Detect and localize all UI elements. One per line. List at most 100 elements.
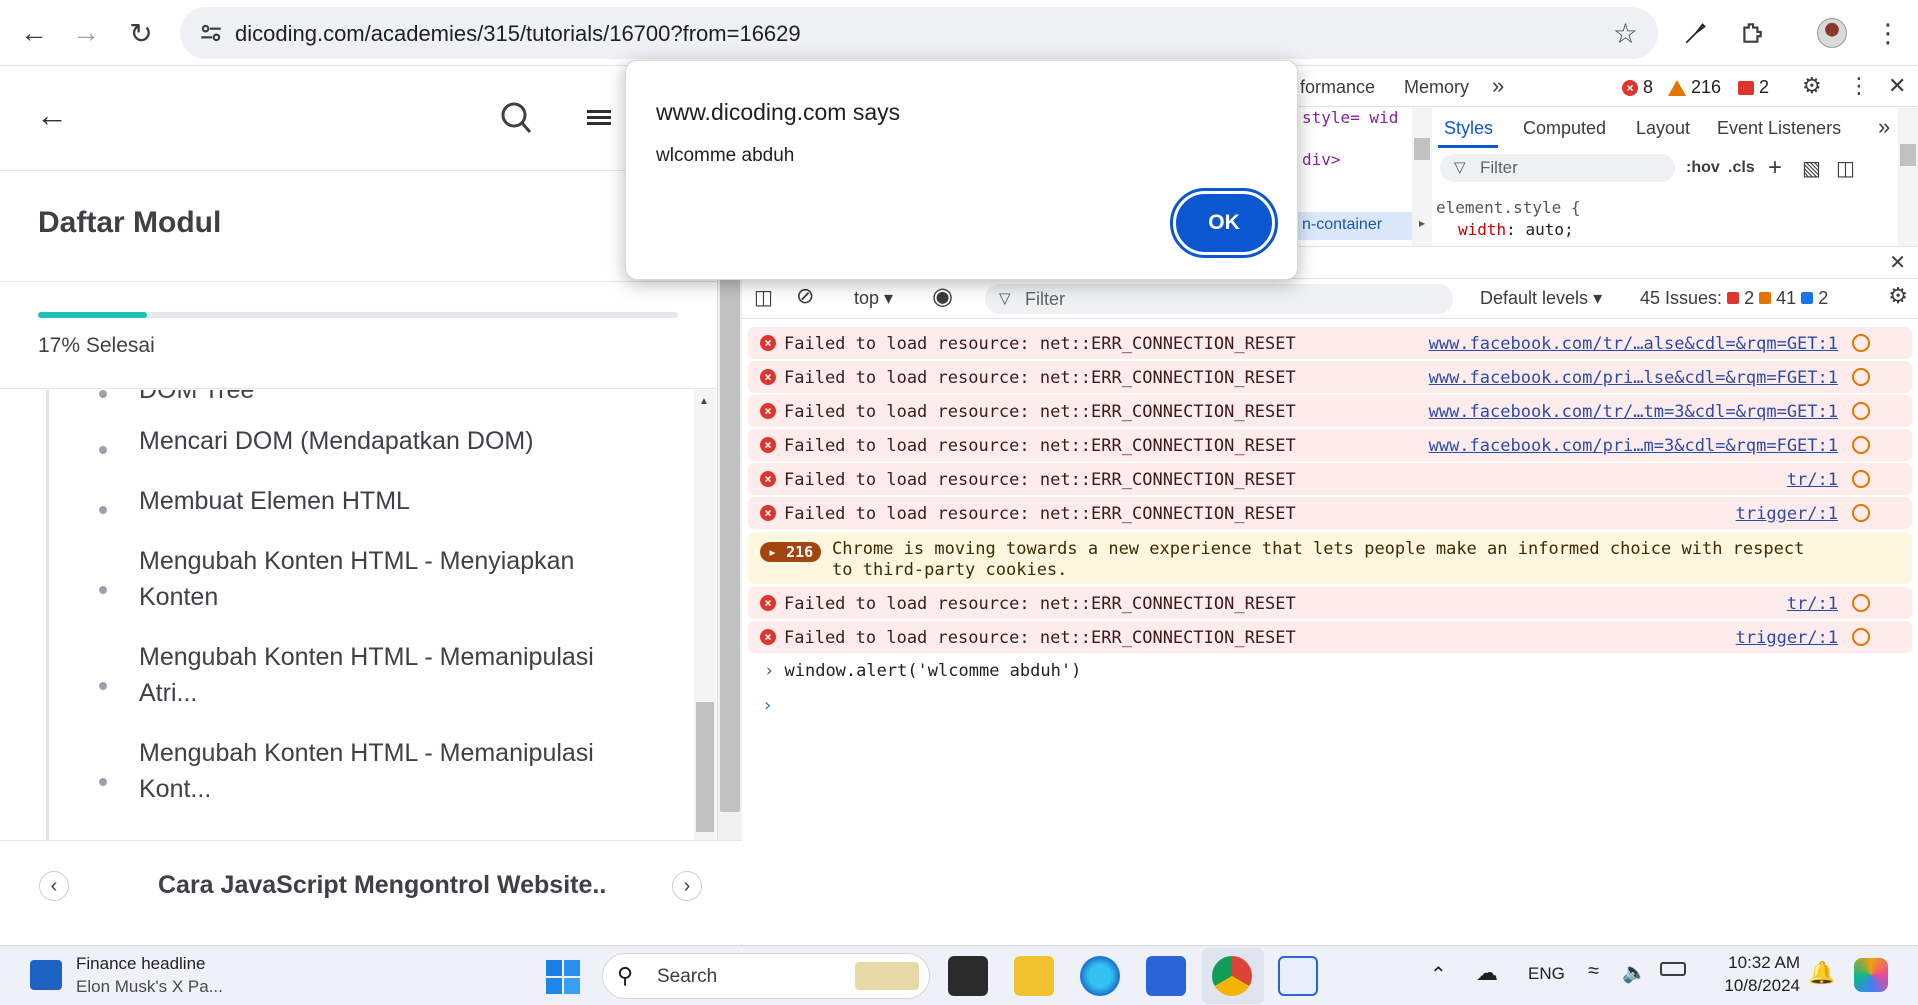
search-icon[interactable] — [500, 101, 532, 135]
module-item[interactable]: Mengubah Konten HTML - Memanipulasi Atri… — [139, 639, 619, 711]
edge-browser-icon[interactable] — [1080, 956, 1120, 996]
dom-line[interactable]: style= wid — [1302, 108, 1398, 127]
source-link[interactable]: www.facebook.com/tr/…alse&cdl=&rqm=GET:1 — [1429, 334, 1838, 354]
issues-counter[interactable]: 2 — [1738, 77, 1769, 98]
task-view-icon[interactable] — [948, 956, 988, 996]
hover-state-toggle[interactable]: :hov — [1686, 159, 1720, 177]
source-link[interactable]: www.facebook.com/pri…lse&cdl=&rqm=FGET:1 — [1429, 368, 1838, 388]
extension-source-icon — [1852, 628, 1870, 646]
console-error-row: × Failed to load resource: net::ERR_CONNE… — [748, 587, 1912, 619]
filter-icon: ▽ — [999, 290, 1011, 307]
tab-styles[interactable]: Styles — [1444, 118, 1493, 139]
sidebar-toggle-icon[interactable]: ◫ — [754, 285, 773, 310]
chrome-icon[interactable] — [1212, 956, 1252, 996]
browser-toolbar: ← → ↻ dicoding.com/academies/315/tutoria… — [0, 0, 1918, 66]
element-style-rule[interactable]: width: auto; — [1458, 220, 1574, 239]
module-list-scrollbar[interactable]: ▲ ▼ — [694, 390, 716, 907]
scrollbar-thumb[interactable] — [1414, 138, 1430, 160]
dom-line[interactable]: div> — [1302, 150, 1341, 169]
source-link[interactable]: tr/:1 — [1787, 470, 1838, 490]
address-bar[interactable]: dicoding.com/academies/315/tutorials/167… — [180, 7, 1658, 59]
expand-arrow-icon[interactable]: ▸ — [1412, 216, 1432, 230]
console-warning-group[interactable]: ▸ 216 Chrome is moving towards a new expe… — [748, 532, 1912, 584]
tab-memory[interactable]: Memory — [1404, 77, 1469, 98]
source-link[interactable]: trigger/:1 — [1736, 628, 1838, 648]
ok-button[interactable]: OK — [1170, 188, 1278, 258]
copilot-icon[interactable] — [1854, 958, 1888, 992]
profile-avatar[interactable] — [1812, 13, 1852, 53]
tab-event-listeners[interactable]: Event Listeners — [1717, 118, 1841, 139]
console-error-row: × Failed to load resource: net::ERR_CONNE… — [748, 621, 1912, 653]
windows-start-icon[interactable] — [546, 960, 580, 999]
module-item[interactable]: Mencari DOM (Mendapatkan DOM) — [139, 423, 619, 459]
back-arrow-icon[interactable]: ← — [36, 97, 68, 134]
module-item[interactable]: Membuat Elemen HTML — [139, 483, 619, 519]
next-tutorial-button[interactable]: › — [672, 871, 702, 901]
prev-tutorial-button[interactable]: ‹ — [39, 871, 69, 901]
more-tabs-icon[interactable]: » — [1492, 73, 1504, 99]
settings-gear-icon[interactable]: ⚙ — [1802, 73, 1822, 99]
module-item[interactable]: Mengubah Konten HTML - Menyiapkan Konten — [139, 543, 619, 615]
app-window-icon[interactable] — [1278, 956, 1318, 996]
selected-dom-node[interactable]: n-container — [1290, 212, 1412, 240]
source-link[interactable]: www.facebook.com/tr/…tm=3&cdl=&rqm=GET:1 — [1429, 402, 1838, 422]
page-scrollbar[interactable] — [718, 172, 742, 907]
notification-bell-icon[interactable]: 🔔 — [1808, 960, 1835, 986]
close-devtools-icon[interactable]: ✕ — [1888, 73, 1906, 99]
module-item[interactable]: Mengubah Konten HTML - Memanipulasi Kont… — [139, 735, 619, 807]
console-settings-icon[interactable]: ⚙ — [1888, 283, 1908, 309]
new-rule-icon[interactable]: + — [1768, 154, 1782, 182]
tab-layout[interactable]: Layout — [1636, 118, 1690, 139]
devtools-menu-icon[interactable]: ⋮ — [1848, 73, 1870, 99]
extension-pin-icon[interactable] — [1676, 13, 1716, 53]
console-error-row: × Failed to load resource: net::ERR_CONNE… — [748, 429, 1912, 461]
console-filter-input[interactable]: ▽ Filter — [985, 284, 1453, 314]
speaker-muted-icon[interactable]: 🔈 — [1622, 960, 1647, 985]
back-icon[interactable]: ← — [14, 13, 54, 53]
extensions-icon[interactable] — [1732, 13, 1772, 53]
close-drawer-icon[interactable]: ✕ — [1889, 250, 1906, 275]
taskbar-search[interactable]: ⚲ Search — [602, 953, 930, 999]
battery-icon[interactable] — [1660, 962, 1686, 976]
news-subtitle[interactable]: Elon Musk's X Pa... — [76, 977, 223, 997]
class-toggle[interactable]: .cls — [1728, 159, 1755, 177]
clock-time[interactable]: 10:32 AM — [1718, 953, 1800, 973]
console-prompt-input[interactable]: › — [762, 695, 1902, 721]
news-widget-icon[interactable] — [30, 960, 62, 990]
browser-menu-icon[interactable]: ⋮ — [1868, 13, 1908, 53]
issues-summary[interactable]: 45 Issues: 2 41 2 — [1640, 288, 1828, 309]
clear-console-icon[interactable]: ⊘ — [796, 283, 814, 309]
scrollbar-thumb[interactable] — [1900, 144, 1916, 166]
warning-counter[interactable]: 216 — [1668, 77, 1721, 98]
styles-scrollbar[interactable] — [1898, 108, 1918, 246]
tray-overflow-icon[interactable]: ⌃ — [1430, 962, 1447, 987]
styles-filter-input[interactable]: ▽ Filter — [1440, 154, 1675, 182]
site-info-icon[interactable] — [198, 20, 224, 46]
news-headline[interactable]: Finance headline — [76, 954, 205, 974]
menu-list-icon[interactable] — [587, 107, 613, 129]
source-link[interactable]: tr/:1 — [1787, 594, 1838, 614]
scrollbar-thumb[interactable] — [696, 702, 714, 832]
clock-date[interactable]: 10/8/2024 — [1710, 976, 1800, 996]
context-selector[interactable]: top ▾ — [854, 288, 893, 309]
tab-computed[interactable]: Computed — [1523, 118, 1606, 139]
module-item[interactable]: DOM Tree — [139, 390, 619, 408]
reload-icon[interactable]: ↻ — [121, 13, 161, 53]
bookmark-star-icon[interactable]: ☆ — [1613, 17, 1638, 50]
log-levels-dropdown[interactable]: Default levels ▾ — [1480, 288, 1602, 309]
source-link[interactable]: trigger/:1 — [1736, 504, 1838, 524]
onedrive-icon[interactable]: ☁ — [1476, 960, 1498, 986]
language-indicator[interactable]: ENG — [1528, 964, 1565, 984]
wifi-icon[interactable]: ≈ — [1588, 960, 1599, 983]
sidebar-toggle-icon[interactable]: ◫ — [1836, 156, 1855, 181]
file-explorer-icon[interactable] — [1014, 956, 1054, 996]
more-tabs-icon[interactable]: » — [1878, 114, 1890, 140]
microsoft-store-icon[interactable] — [1146, 956, 1186, 996]
scroll-up-icon[interactable]: ▲ — [699, 396, 709, 407]
live-expression-eye-icon[interactable]: ◉ — [932, 282, 953, 311]
forward-icon[interactable]: → — [66, 13, 106, 53]
paint-icon[interactable]: ▧ — [1802, 156, 1821, 181]
source-link[interactable]: www.facebook.com/pri…m=3&cdl=&rqm=FGET:1 — [1429, 436, 1838, 456]
tab-performance[interactable]: formance — [1300, 77, 1375, 98]
error-counter[interactable]: × 8 — [1622, 77, 1653, 98]
